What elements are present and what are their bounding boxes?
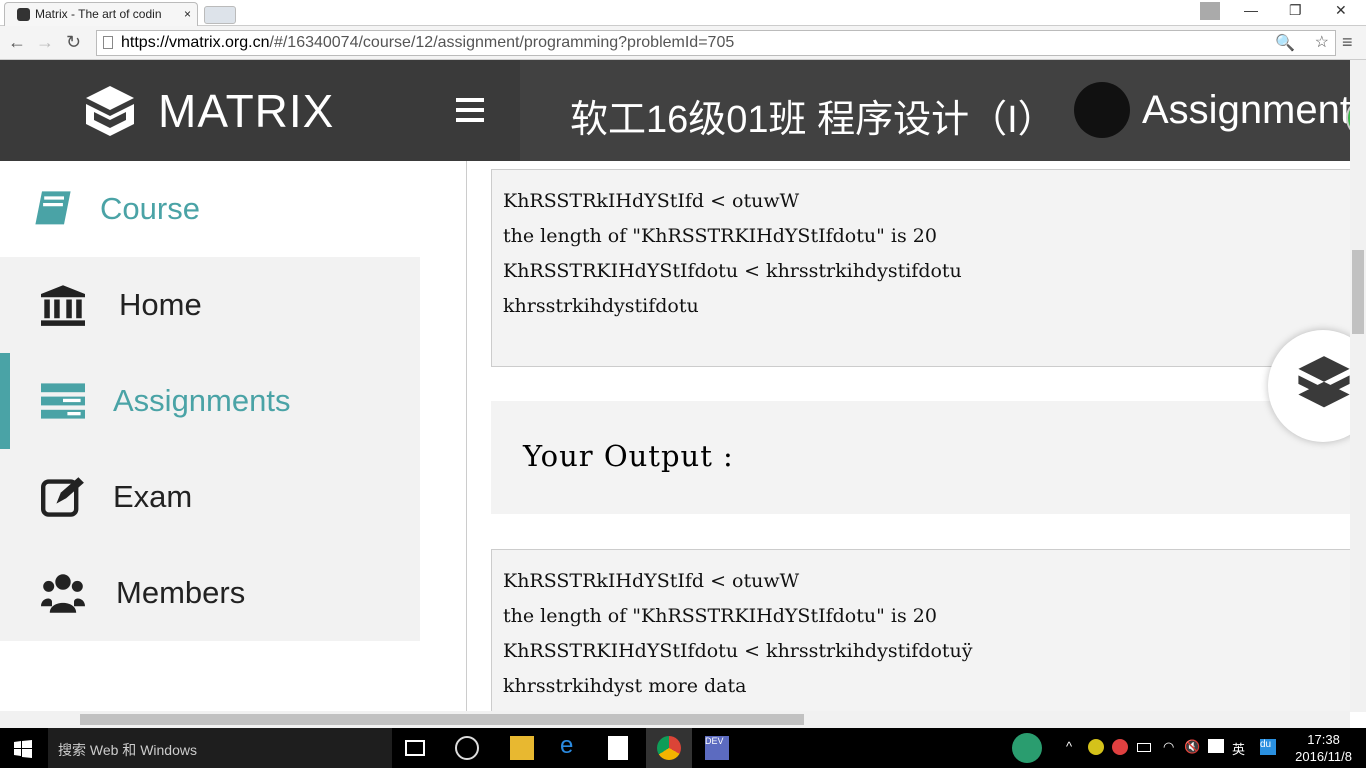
url-path: /#/16340074/course/12/assignment/program… [269,34,735,51]
book-icon [35,191,71,225]
address-bar-row: ← → ↻ https://vmatrix.org.cn/#/16340074/… [0,26,1366,60]
users-icon [41,574,85,613]
page-title: 软工16级01班 程序设计（I） [570,99,1056,141]
sidebar-item-course[interactable]: Course [0,161,420,257]
bank-icon [41,285,85,326]
browser-tab[interactable]: Matrix - The art of codin × [4,2,198,26]
battery-icon[interactable] [1137,743,1151,752]
sidebar-item-label: Home [119,287,202,322]
tab-close-icon[interactable]: × [184,7,191,21]
windows-start-icon[interactable] [14,740,32,758]
ime-indicator[interactable]: 英 [1232,739,1245,758]
scroll-thumb[interactable] [80,714,804,725]
matrix-logo-icon [1298,356,1350,408]
sidebar-item-assignments[interactable]: Assignments [0,353,420,449]
menu-icon[interactable]: ≡ [1342,32,1353,53]
browser-tab-bar: Matrix - The art of codin × — ❐ ✕ [0,0,1366,26]
clock[interactable]: 17:38 2016/11/8 [1295,731,1352,765]
horizontal-scrollbar[interactable] [0,711,1350,728]
sidebar-item-label: Assignments [113,383,291,418]
app-header: MATRIX 软工16级01班 程序设计（I） Assignment [0,60,1351,161]
matrix-logo-icon [86,86,134,136]
logo-text: MATRIX [158,85,335,137]
zoom-icon[interactable]: 🔍 [1275,33,1295,53]
hamburger-menu-icon[interactable] [456,98,484,128]
monitor-icon[interactable] [1012,733,1042,763]
url-input[interactable]: https://vmatrix.org.cn/#/16340074/course… [96,30,1336,56]
url-host: https://vmatrix.org.cn [121,34,270,51]
taskbar-search-input[interactable]: 搜索 Web 和 Windows [48,728,392,768]
list-icon [41,383,85,419]
sidebar-item-label: Members [116,575,246,610]
matrix-favicon-icon [17,8,30,21]
taskbar: 搜索 Web 和 Windows e DEV ^ ◠ 🔇 英 du 17:38 2… [0,728,1366,768]
devcpp-icon[interactable]: DEV [705,736,729,760]
logo-area[interactable]: MATRIX [0,60,520,161]
store-icon[interactable] [608,736,628,760]
tray-app-icon[interactable] [1112,739,1128,755]
sidebar-item-label: Exam [113,479,193,514]
baidu-icon[interactable]: du [1260,739,1276,755]
tab-title: Matrix - The art of codin [35,7,162,21]
divider [466,161,467,711]
page-icon [103,36,113,49]
edit-icon [41,477,84,517]
sidebar-item-label: Course [100,191,200,226]
action-center-icon[interactable] [1208,739,1224,753]
scroll-thumb[interactable] [1352,250,1364,334]
user-profile-icon[interactable] [1200,2,1220,20]
sidebar-item-members[interactable]: Members [0,545,420,641]
bookmark-star-icon[interactable]: ☆ [1315,32,1329,52]
your-output-box: KhRSSTRkIHdYStIfd < otuwW the length of … [491,549,1350,711]
sidebar: Course Home Assignments Exam Members [0,161,420,728]
sidebar-item-home[interactable]: Home [0,257,420,353]
task-view-icon[interactable] [405,740,425,756]
expected-output-box: KhRSSTRkIHdYStIfd < otuwW the length of … [491,169,1350,367]
app-icon[interactable] [455,736,479,760]
show-hidden-icons[interactable]: ^ [1066,739,1072,754]
reload-icon[interactable]: ↻ [66,32,81,53]
vertical-scrollbar[interactable] [1350,60,1366,712]
minimize-button[interactable]: — [1244,2,1258,18]
sidebar-item-exam[interactable]: Exam [0,449,420,545]
mute-icon[interactable]: 🔇 [1184,739,1200,755]
active-indicator [0,353,10,449]
chrome-taskbar-button[interactable] [646,728,692,768]
avatar[interactable] [1074,82,1130,138]
section-title: Assignment [1142,88,1351,132]
time: 17:38 [1307,732,1340,747]
wifi-icon[interactable]: ◠ [1163,739,1174,755]
edge-icon[interactable]: e [560,732,584,759]
file-explorer-icon[interactable] [510,736,534,760]
forward-icon[interactable]: → [36,32,54,53]
new-tab-button[interactable] [204,6,236,24]
your-output-heading: Your Output : [491,401,1350,514]
back-icon[interactable]: ← [8,32,26,53]
date: 2016/11/8 [1295,749,1352,764]
tray-app-icon[interactable] [1088,739,1104,755]
close-window-button[interactable]: ✕ [1335,2,1347,19]
maximize-button[interactable]: ❐ [1289,2,1302,19]
main-content: KhRSSTRkIHdYStIfd < otuwW the length of … [420,161,1350,711]
